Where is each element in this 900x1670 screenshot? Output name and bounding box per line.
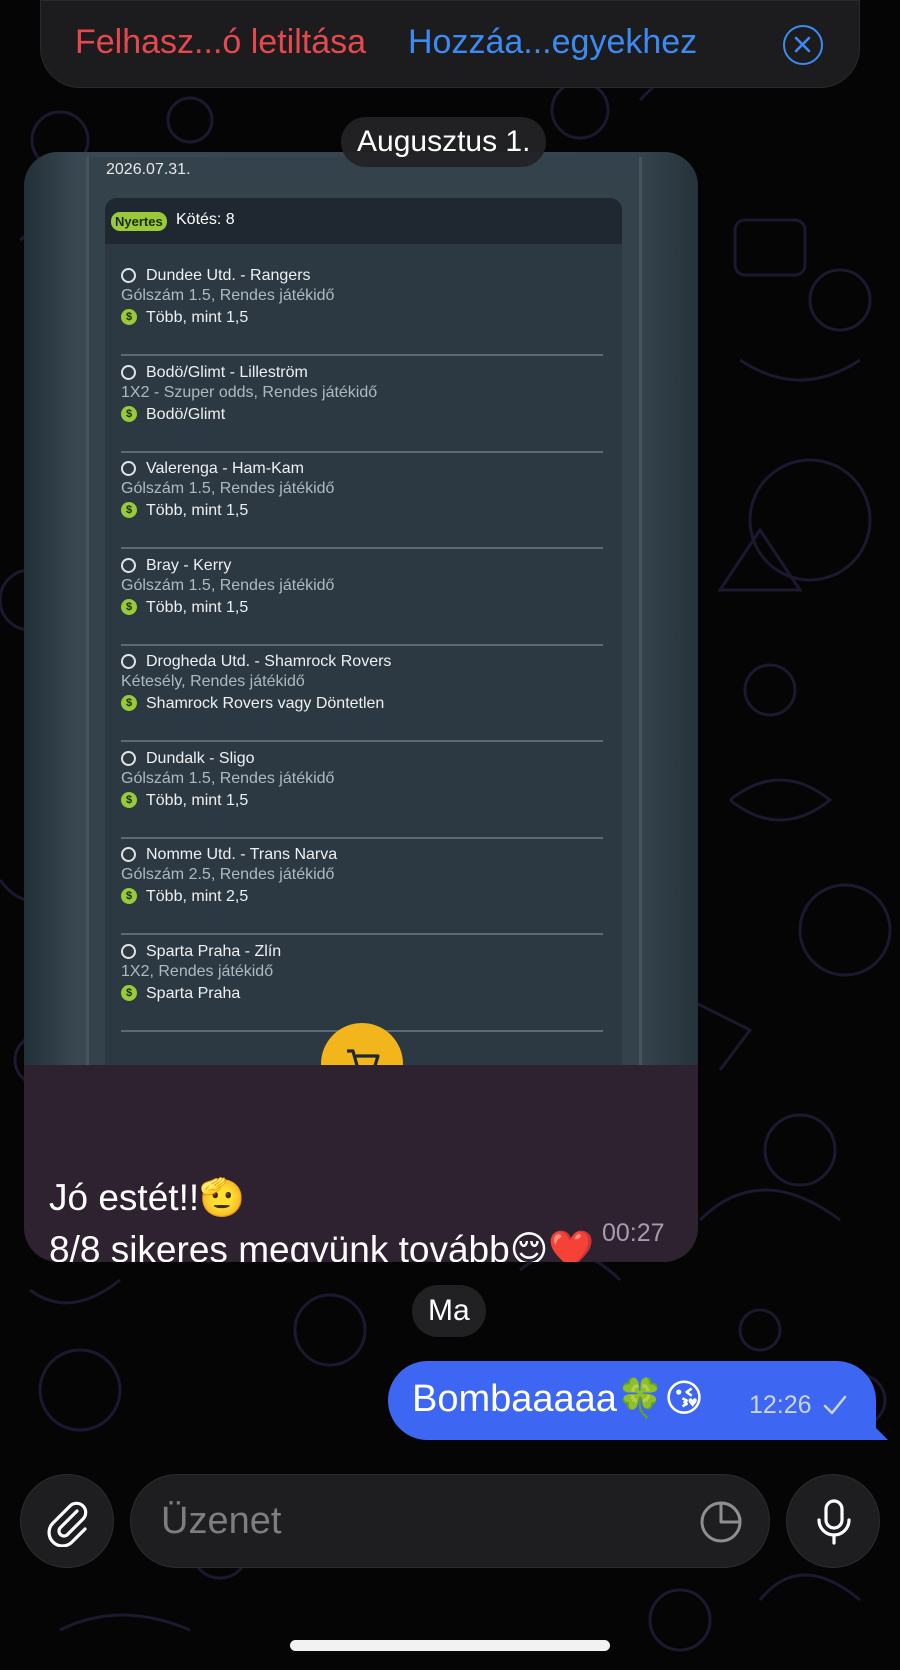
- bet-item: Bray - Kerry Gólszám 1.5, Rendes játékidő…: [121, 542, 603, 646]
- dollar-icon: $: [121, 309, 137, 325]
- bet-match: Bray - Kerry: [146, 556, 232, 574]
- bet-pick: Sparta Praha: [146, 984, 241, 1002]
- soccer-ball-icon: [121, 268, 136, 283]
- bet-slip: Nyertes Kötés: 8 Dundee Utd. - Rangers Gó…: [105, 198, 622, 1065]
- bet-item: Drogheda Utd. - Shamrock Rovers Kétesély,…: [121, 638, 603, 742]
- bet-slip-header: Nyertes Kötés: 8: [105, 198, 622, 244]
- bet-match: Valerenga - Ham-Kam: [146, 460, 304, 477]
- outgoing-message[interactable]: Bombaaaaa🍀😘 12:26: [388, 1361, 888, 1440]
- soccer-ball-icon: [121, 364, 136, 380]
- bet-item: Nomme Utd. - Trans Narva Gólszám 2.5, Ren…: [121, 831, 603, 935]
- bet-market: Gólszám 1.5, Rendes játékidő: [121, 480, 335, 497]
- bet-market: Gólszám 2.5, Rendes játékidő: [121, 866, 335, 883]
- bet-pick: Több, mint 2,5: [146, 888, 249, 905]
- bet-item: Dundalk - Sligo Gólszám 1.5, Rendes játék…: [121, 735, 603, 839]
- message-timestamp: 12:26: [749, 1391, 812, 1419]
- bet-market: 1X2 - Szuper odds, Rendes játékidő: [121, 383, 378, 401]
- message-text: Bombaaaaa🍀😘: [412, 1378, 704, 1420]
- message-text: Jó estét!!🫡 8/8 sikeres megyünk tovább😌❤…: [49, 1172, 689, 1262]
- bet-pick: Több, mint 1,5: [146, 598, 249, 616]
- bet-pick: Bodö/Glimt: [146, 405, 226, 423]
- voice-record-button[interactable]: [786, 1474, 880, 1568]
- date-divider: Ma: [412, 1285, 486, 1337]
- bet-pick: Több, mint 1,5: [146, 309, 249, 326]
- dollar-icon: $: [121, 598, 137, 615]
- bet-match: Bodö/Glimt - Lilleström: [146, 363, 308, 381]
- dollar-icon: $: [121, 405, 137, 422]
- attach-button[interactable]: [20, 1474, 114, 1568]
- close-banner-button[interactable]: [783, 25, 823, 65]
- close-icon: [794, 36, 811, 53]
- message-photo[interactable]: 2026.07.31. Nyertes Kötés: 8 Dundee Utd.…: [24, 152, 698, 1065]
- bet-market: Gólszám 1.5, Rendes játékidő: [121, 769, 335, 787]
- add-to-contacts-button[interactable]: Hozzáa...egyekhez: [408, 23, 697, 62]
- bet-pick: Több, mint 1,5: [146, 791, 249, 809]
- paperclip-icon: [47, 1501, 88, 1547]
- message-line: Jó estét!!🫡: [49, 1177, 246, 1218]
- message-line: 8/8 sikeres megyünk tovább😌❤️: [49, 1229, 595, 1262]
- betting-screenshot: 2026.07.31. Nyertes Kötés: 8 Dundee Utd.…: [86, 157, 642, 1065]
- bet-market: Gólszám 1.5, Rendes játékidő: [121, 287, 335, 304]
- dollar-icon: $: [121, 984, 137, 1001]
- bet-match: Nomme Utd. - Trans Narva: [146, 846, 338, 863]
- incoming-message[interactable]: 2026.07.31. Nyertes Kötés: 8 Dundee Utd.…: [24, 152, 698, 1262]
- bet-market: 1X2, Rendes játékidő: [121, 962, 274, 980]
- block-user-button[interactable]: Felhasz...ó letiltása: [75, 23, 366, 62]
- action-banner: Felhasz...ó letiltása Hozzáa...egyekhez: [40, 0, 860, 88]
- bet-match: Drogheda Utd. - Shamrock Rovers: [146, 653, 392, 670]
- soccer-ball-icon: [121, 557, 136, 573]
- bet-item: Bodö/Glimt - Lilleström 1X2 - Szuper odds…: [121, 349, 603, 453]
- bet-item: Valerenga - Ham-Kam Gólszám 1.5, Rendes j…: [121, 445, 603, 549]
- bet-item: Sparta Praha - Zlín 1X2, Rendes játékidő $…: [121, 928, 603, 1032]
- message-input[interactable]: Üzenet: [130, 1474, 770, 1568]
- soccer-ball-icon: [121, 461, 136, 476]
- cart-icon: [347, 1049, 380, 1065]
- dollar-icon: $: [121, 791, 137, 808]
- soccer-ball-icon: [121, 750, 136, 766]
- screenshot-date: 2026.07.31.: [106, 161, 191, 178]
- bet-match: Dundee Utd. - Rangers: [146, 267, 311, 284]
- bet-item: Dundee Utd. - Rangers Gólszám 1.5, Rendes…: [121, 252, 603, 356]
- status-badge: Nyertes: [111, 212, 167, 231]
- check-icon: [823, 1395, 847, 1415]
- bet-match: Dundalk - Sligo: [146, 749, 255, 767]
- bet-pick: Shamrock Rovers vagy Döntetlen: [146, 695, 385, 712]
- soccer-ball-icon: [121, 943, 136, 959]
- bet-market: Kétesély, Rendes játékidő: [121, 673, 305, 690]
- home-indicator[interactable]: [290, 1640, 610, 1651]
- sticker-icon[interactable]: [699, 1500, 743, 1544]
- bet-count: Kötés: 8: [176, 211, 235, 228]
- bet-pick: Több, mint 1,5: [146, 502, 249, 519]
- bet-match: Sparta Praha - Zlín: [146, 942, 282, 960]
- date-divider: Augusztus 1.: [341, 117, 547, 167]
- bet-market: Gólszám 1.5, Rendes játékidő: [121, 576, 335, 594]
- dollar-icon: $: [121, 502, 137, 518]
- soccer-ball-icon: [121, 654, 136, 669]
- dollar-icon: $: [121, 695, 137, 711]
- dollar-icon: $: [121, 888, 137, 904]
- message-timestamp: 00:27: [602, 1219, 665, 1247]
- microphone-icon: [817, 1499, 851, 1545]
- message-input-placeholder: Üzenet: [161, 1500, 282, 1542]
- soccer-ball-icon: [121, 847, 136, 862]
